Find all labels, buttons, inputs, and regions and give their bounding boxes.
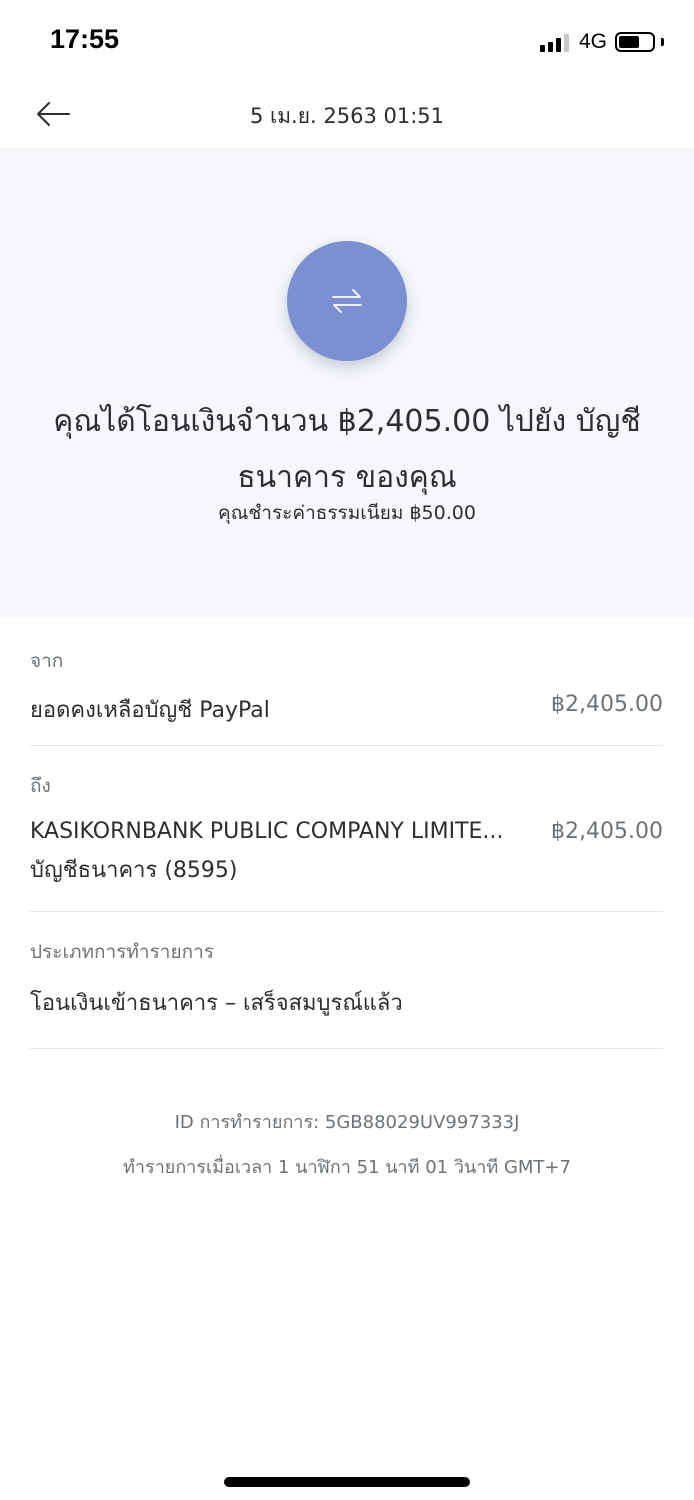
from-label: จาก [30,650,64,672]
header: 5 เม.ย. 2563 01:51 [0,84,694,148]
status-bar: 17:55 4G [0,0,694,84]
to-amount: ฿2,405.00 [551,819,663,844]
status-indicators: 4G [539,30,664,54]
status-time: 17:55 [50,24,120,54]
to-row: KASIKORNBANK PUBLIC COMPANY LIMITE... ฿2… [30,819,663,844]
battery-tip [661,38,664,46]
fee-text: คุณชำระค่าธรรมเนียม ฿50.00 [218,502,476,524]
transaction-headline: คุณได้โอนเงินจำนวน ฿2,405.00 ไปยัง บัญชี… [53,404,641,495]
battery-icon [615,32,655,52]
from-account: ยอดคงเหลือบัญชี PayPal [30,698,270,723]
from-row: ยอดคงเหลือบัญชี PayPal ฿2,405.00 [30,692,663,727]
page-title: 5 เม.ย. 2563 01:51 [249,104,445,128]
transaction-type-section: ประเภทการทำรายการ โอนเงินเข้าธนาคาร – เส… [30,937,663,1020]
transaction-type-label: ประเภทการทำรายการ [30,941,214,963]
from-section: จาก ยอดคงเหลือบัญชี PayPal ฿2,405.00 [30,646,663,727]
from-amount: ฿2,405.00 [551,692,663,717]
divider [30,911,663,912]
transfer-arrows-icon [287,241,407,361]
transaction-type-value: โอนเงินเข้าธนาคาร – เสร็จสมบูรณ์แล้ว [30,991,403,1016]
network-type: 4G [578,30,607,53]
to-account-row: บัญชีธนาคาร (8595) [30,852,663,887]
signal-strength-icon [539,32,569,52]
divider [30,1048,663,1049]
transaction-type-row: โอนเงินเข้าธนาคาร – เสร็จสมบูรณ์แล้ว [30,985,663,1020]
divider [30,745,663,746]
to-account: บัญชีธนาคาร (8595) [30,858,238,883]
transaction-timestamp: ทำรายการเมื่อเวลา 1 นาฬิกา 51 นาที 01 วิ… [123,1157,571,1178]
to-section: ถึง KASIKORNBANK PUBLIC COMPANY LIMITE..… [30,771,663,887]
to-label: ถึง [30,775,51,797]
transaction-summary: คุณได้โอนเงินจำนวน ฿2,405.00 ไปยัง บัญชี… [0,148,694,618]
home-indicator[interactable] [224,1477,470,1487]
to-bank-name: KASIKORNBANK PUBLIC COMPANY LIMITE... [30,819,504,844]
transaction-id: ID การทำรายการ: 5GB88029UV997333J [174,1112,520,1133]
